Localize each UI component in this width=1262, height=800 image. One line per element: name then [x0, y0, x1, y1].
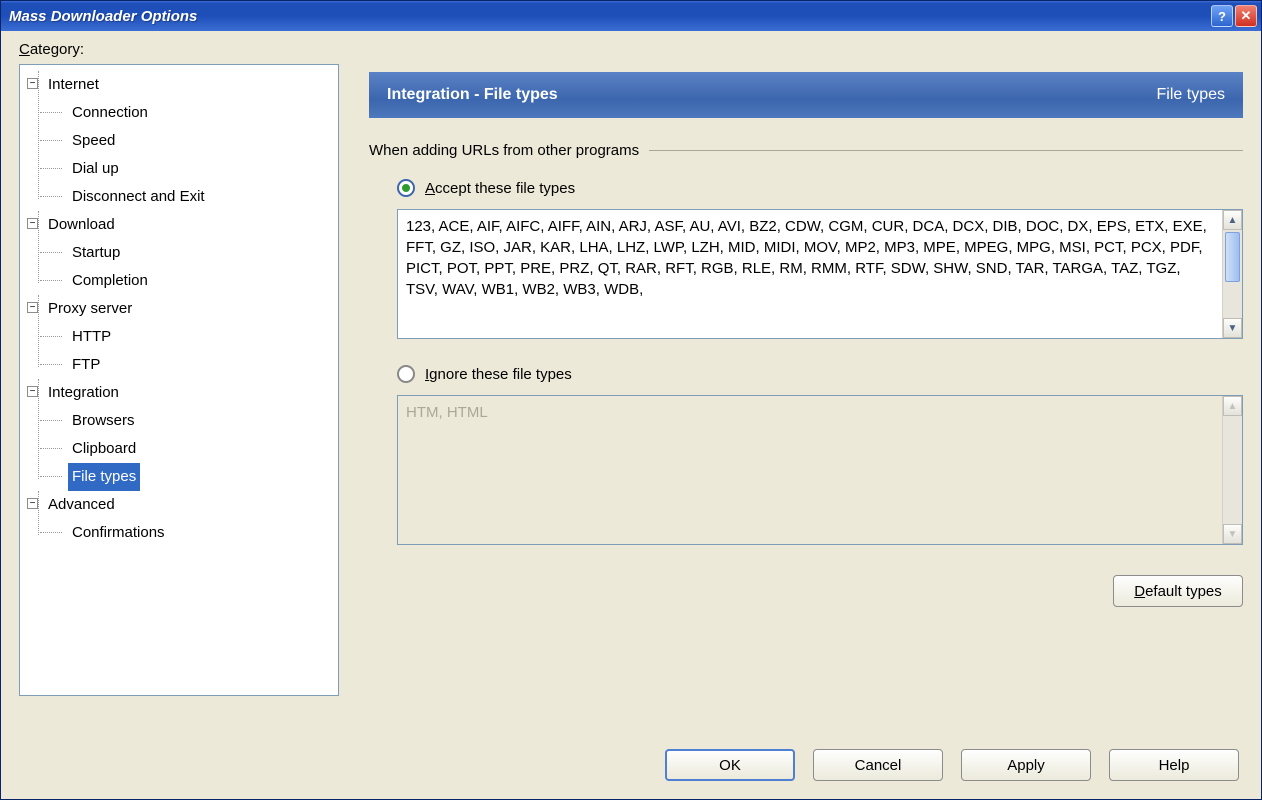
dialog-buttons: OK Cancel Apply Help — [19, 733, 1243, 799]
section-header: Integration - File types File types — [369, 72, 1243, 118]
collapse-icon[interactable]: − — [27, 498, 38, 509]
radio-icon[interactable] — [397, 365, 415, 383]
scroll-thumb[interactable] — [1225, 232, 1240, 282]
ok-button[interactable]: OK — [665, 749, 795, 781]
cancel-button[interactable]: Cancel — [813, 749, 943, 781]
radio-accept[interactable]: Accept these file types — [397, 179, 1243, 197]
radio-ignore-label: Ignore these file types — [425, 366, 572, 383]
close-icon[interactable]: ✕ — [1235, 5, 1257, 27]
tree-node-ftp[interactable]: FTP — [68, 351, 334, 379]
scrollbar-disabled: ▲ ▼ — [1222, 396, 1242, 544]
scrollbar[interactable]: ▲ ▼ — [1222, 210, 1242, 338]
tree-node-startup[interactable]: Startup — [68, 239, 334, 267]
tree-node-integration[interactable]: − Integration — [24, 379, 334, 407]
tree-node-advanced[interactable]: − Advanced — [24, 491, 334, 519]
options-window: Mass Downloader Options ? ✕ Category: − … — [0, 0, 1262, 800]
scroll-down-icon[interactable]: ▼ — [1223, 318, 1242, 338]
tree-node-connection[interactable]: Connection — [68, 99, 334, 127]
category-label: Category: — [19, 41, 1243, 58]
scroll-track — [1223, 416, 1242, 524]
tree-node-completion[interactable]: Completion — [68, 267, 334, 295]
tree-node-browsers[interactable]: Browsers — [68, 407, 334, 435]
radio-ignore[interactable]: Ignore these file types — [397, 365, 1243, 383]
tree-node-speed[interactable]: Speed — [68, 127, 334, 155]
help-icon[interactable]: ? — [1211, 5, 1233, 27]
help-button[interactable]: Help — [1109, 749, 1239, 781]
collapse-icon[interactable]: − — [27, 302, 38, 313]
accept-textbox-wrap: 123, ACE, AIF, AIFC, AIFF, AIN, ARJ, ASF… — [397, 209, 1243, 339]
tree-node-clipboard[interactable]: Clipboard — [68, 435, 334, 463]
radio-icon[interactable] — [397, 179, 415, 197]
tree-node-internet[interactable]: − Internet — [24, 71, 334, 99]
tree-node-disconnect[interactable]: Disconnect and Exit — [68, 183, 334, 211]
titlebar: Mass Downloader Options ? ✕ — [1, 1, 1261, 31]
collapse-icon[interactable]: − — [27, 386, 38, 397]
group-label-row: When adding URLs from other programs — [369, 142, 1243, 159]
scroll-up-icon[interactable]: ▲ — [1223, 210, 1242, 230]
ignore-textbox-wrap: HTM, HTML ▲ ▼ — [397, 395, 1243, 545]
dialog-body: Category: − Internet Connection Speed — [1, 31, 1261, 799]
scroll-down-icon: ▼ — [1223, 524, 1242, 544]
scroll-track[interactable] — [1223, 284, 1242, 318]
tree-node-dialup[interactable]: Dial up — [68, 155, 334, 183]
section-crumb: File types — [1157, 86, 1225, 104]
radio-accept-label: Accept these file types — [425, 180, 575, 197]
collapse-icon[interactable]: − — [27, 78, 38, 89]
content-panel: Integration - File types File types When… — [369, 64, 1243, 733]
group-label: When adding URLs from other programs — [369, 142, 639, 159]
tree-node-download[interactable]: − Download — [24, 211, 334, 239]
tree-node-confirmations[interactable]: Confirmations — [68, 519, 334, 547]
tree-node-proxy[interactable]: − Proxy server — [24, 295, 334, 323]
ignore-textbox: HTM, HTML — [398, 396, 1222, 544]
tree-node-http[interactable]: HTTP — [68, 323, 334, 351]
accept-textbox[interactable]: 123, ACE, AIF, AIFC, AIFF, AIN, ARJ, ASF… — [398, 210, 1222, 338]
default-types-button[interactable]: Default types — [1113, 575, 1243, 607]
main-row: − Internet Connection Speed Dial up Disc… — [19, 64, 1243, 733]
scroll-up-icon: ▲ — [1223, 396, 1242, 416]
apply-button[interactable]: Apply — [961, 749, 1091, 781]
category-tree[interactable]: − Internet Connection Speed Dial up Disc… — [19, 64, 339, 696]
collapse-icon[interactable]: − — [27, 218, 38, 229]
divider — [649, 150, 1243, 151]
section-title: Integration - File types — [387, 86, 1157, 104]
tree-node-filetypes[interactable]: File types — [68, 463, 334, 491]
titlebar-buttons: ? ✕ — [1211, 5, 1257, 27]
window-title: Mass Downloader Options — [9, 8, 1211, 25]
